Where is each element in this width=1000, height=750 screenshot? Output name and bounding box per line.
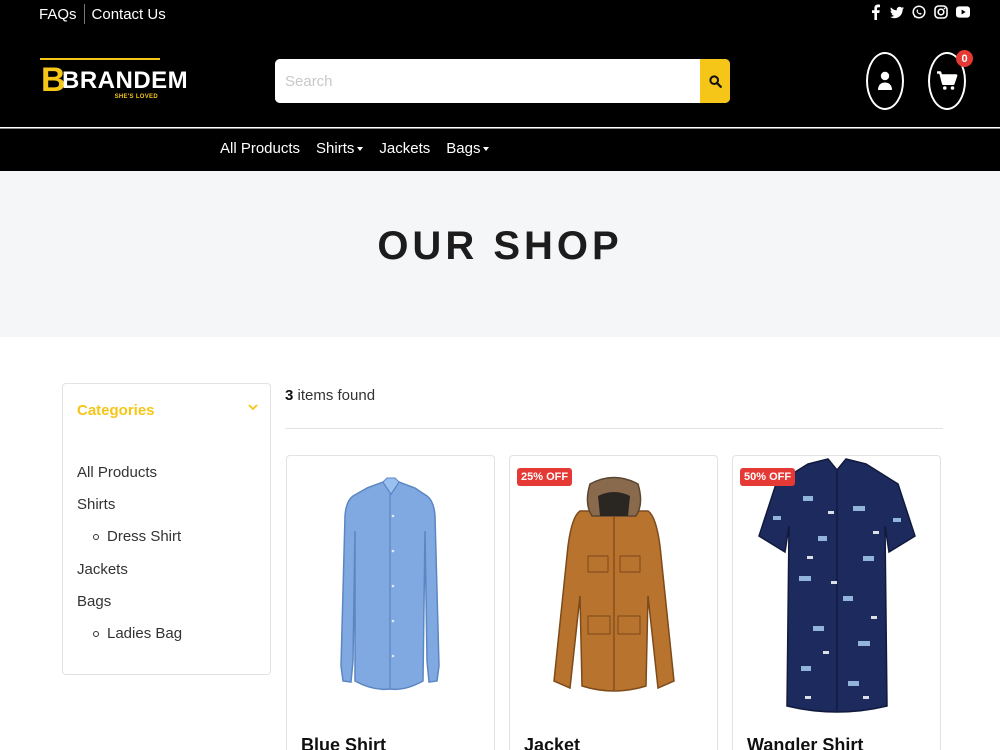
chevron-down-icon[interactable]	[248, 404, 258, 411]
logo-accent-line	[40, 58, 160, 60]
product-image[interactable]	[510, 456, 717, 726]
page-title: OUR SHOP	[377, 224, 623, 268]
social-links	[868, 4, 970, 20]
cart-count-badge: 0	[956, 50, 973, 67]
category-dress-shirt[interactable]: Dress Shirt	[93, 528, 181, 545]
main-nav: All Products Shirts Jackets Bags	[0, 128, 1000, 171]
product-image[interactable]	[287, 456, 494, 726]
categories-heading[interactable]: Categories	[77, 402, 155, 419]
bullet-icon	[93, 630, 99, 637]
caret-down-icon	[357, 146, 364, 151]
discount-badge: 25% OFF	[517, 468, 573, 486]
nav-item-jackets[interactable]: Jackets	[379, 140, 430, 157]
nav-item-shirts[interactable]: Shirts	[316, 140, 364, 157]
brand-logo[interactable]: B BRANDEM SHE'S LOVED	[40, 58, 188, 104]
logo-tagline: SHE'S LOVED	[114, 94, 158, 100]
youtube-icon[interactable]	[956, 4, 970, 20]
search-input[interactable]	[275, 59, 700, 103]
category-jackets[interactable]: Jackets	[77, 561, 128, 578]
cart-icon	[937, 71, 958, 90]
contact-us-link[interactable]: Contact Us	[92, 6, 166, 23]
product-card-wangler-shirt[interactable]: 50% OFF Wangler Shirt	[732, 455, 941, 750]
user-icon	[878, 71, 892, 90]
nav-item-all-products[interactable]: All Products	[220, 140, 300, 157]
instagram-icon[interactable]	[934, 4, 948, 20]
nav-label: Jackets	[379, 140, 431, 157]
faqs-link[interactable]: FAQs	[39, 6, 77, 23]
nav-label: Shirts	[316, 140, 355, 157]
search-button[interactable]	[700, 59, 730, 103]
divider	[83, 4, 85, 24]
results-suffix: items found	[293, 387, 376, 404]
category-label: Ladies Bag	[107, 625, 183, 642]
twitter-icon[interactable]	[890, 4, 904, 20]
product-name[interactable]: Jacket	[524, 735, 580, 750]
product-name[interactable]: Wangler Shirt	[747, 735, 863, 750]
results-divider	[285, 428, 943, 429]
discount-badge: 50% OFF	[740, 468, 796, 486]
header: FAQs Contact Us B BRANDEM SHE'S LOVED Se…	[0, 0, 1000, 127]
search-bar	[275, 59, 730, 103]
account-button[interactable]	[866, 52, 904, 110]
facebook-icon[interactable]	[868, 4, 882, 20]
category-label: Dress Shirt	[107, 528, 182, 545]
product-image[interactable]	[733, 456, 940, 726]
whatsapp-icon[interactable]	[912, 4, 926, 20]
nav-label: Bags	[446, 140, 481, 157]
caret-down-icon	[483, 146, 490, 151]
page-hero: OUR SHOP	[0, 171, 1000, 337]
category-bags[interactable]: Bags	[77, 593, 111, 610]
logo-wordmark: BRANDEM	[62, 67, 189, 94]
product-card-jacket[interactable]: 25% OFF Jacket	[509, 455, 718, 750]
nav-item-bags[interactable]: Bags	[446, 140, 490, 157]
category-ladies-bag[interactable]: Ladies Bag	[93, 625, 182, 642]
search-icon	[708, 74, 722, 88]
product-name[interactable]: Blue Shirt	[301, 735, 386, 750]
category-all-products[interactable]: All Products	[77, 464, 157, 481]
category-sidebar: Categories All Products Shirts Dress Shi…	[62, 383, 271, 675]
product-card-blue-shirt[interactable]: Blue Shirt	[286, 455, 495, 750]
nav-menu: All Products Shirts Jackets Bags	[220, 140, 505, 157]
top-links: FAQs Contact Us	[39, 4, 166, 24]
results-count: 3 items found	[285, 387, 375, 404]
nav-label: All Products	[220, 140, 301, 157]
bullet-icon	[93, 533, 99, 540]
category-shirts[interactable]: Shirts	[77, 496, 115, 513]
